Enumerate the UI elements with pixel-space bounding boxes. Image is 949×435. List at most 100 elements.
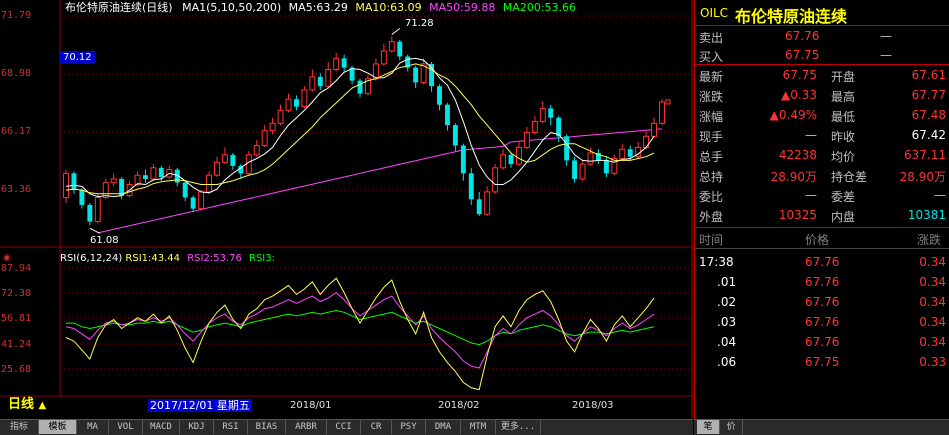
quote-value: 67.77 [911, 88, 946, 102]
period-switch-label: 日线 [8, 397, 35, 412]
price-tick: 68.98 [1, 68, 32, 79]
candle-body [444, 104, 450, 126]
quote-value: 42238 [778, 148, 817, 162]
price-chart-svg[interactable] [0, 0, 693, 420]
quote-value: 10325 [778, 208, 817, 222]
candle-body [531, 120, 538, 134]
candle-body [110, 178, 117, 184]
quote-row: 外盘 10325 内盘 10381 [695, 205, 949, 224]
low-annotation: 61.08 [90, 235, 119, 246]
quote-row: 现手 — 昨收 67.42 [695, 125, 949, 144]
tick-price: 67.76 [805, 335, 840, 349]
high-marker [391, 28, 401, 35]
tick-time: .01 [717, 275, 737, 289]
candle-body [659, 101, 665, 124]
quote-label: 涨跌 [699, 90, 724, 104]
quote-label: 总手 [699, 150, 724, 164]
tab-rsi[interactable]: RSI [214, 420, 248, 434]
quote-label: 均价 [831, 150, 856, 164]
candle-body [190, 197, 196, 209]
quote-value: ▲0.33 [781, 88, 817, 102]
quote-value: — [934, 188, 946, 202]
tick-change: 0.34 [919, 295, 946, 309]
rsi-label: RSI(6,12,24) [60, 253, 123, 264]
sell-price: 67.76 [785, 29, 820, 43]
ma50-value: MA50:59.88 [429, 1, 496, 14]
period-switch[interactable]: 日线 ▲ [8, 398, 46, 412]
tab-price[interactable]: 价 [720, 420, 743, 434]
quote-label: 外盘 [699, 210, 724, 224]
tab-ma[interactable]: MA [77, 420, 109, 434]
chart-area[interactable]: 布伦特原油连续(日线) MA1(5,10,50,200) MA5:63.29 M… [0, 0, 693, 420]
quote-row: 总手 42238 均价 637.11 [695, 145, 949, 164]
tab-trades[interactable]: 笔 [697, 420, 720, 434]
candle-body [71, 173, 77, 191]
candle-body [277, 109, 284, 124]
ma10-value: MA10:63.09 [355, 1, 422, 14]
quote-label: 开盘 [831, 70, 856, 84]
rsi-tick: 56.81 [1, 313, 32, 324]
candle-body [261, 130, 268, 147]
candle-body [293, 99, 299, 107]
candle-body [333, 57, 340, 70]
tick-change: 0.34 [919, 315, 946, 329]
tab-indicator[interactable]: 指标 [0, 420, 39, 434]
tab-kdj[interactable]: KDJ [180, 420, 214, 434]
quote-value: 637.11 [904, 148, 946, 162]
candle-body [285, 98, 292, 111]
tab-dma[interactable]: DMA [426, 420, 461, 434]
sell-row: 卖出 67.76 — [695, 26, 949, 45]
tick-row: .02 67.76 0.34 [695, 292, 949, 311]
quote-value: — [805, 188, 817, 202]
tab-psy[interactable]: PSY [392, 420, 426, 434]
tab-template[interactable]: 模板 [39, 420, 77, 434]
rsi2-line [65, 291, 655, 369]
rsi2-value: RSI2:53.76 [187, 253, 242, 264]
tab-arbr[interactable]: ARBR [286, 420, 327, 434]
rsi-tick: 41.24 [1, 339, 32, 350]
candle-body [476, 199, 482, 215]
candle-body [341, 58, 347, 68]
tick-price: 67.75 [805, 355, 840, 369]
tick-row: .03 67.76 0.34 [695, 312, 949, 331]
buy-price: 67.75 [785, 48, 820, 62]
candle-body [63, 172, 69, 198]
tick-header-price: 价格 [805, 233, 830, 247]
candle-body [492, 167, 499, 193]
tab-bias[interactable]: BIAS [248, 420, 286, 434]
tick-price: 67.76 [805, 295, 840, 309]
sell-label: 卖出 [699, 31, 724, 45]
quote-header: OILC 布伦特原油连续 [695, 2, 949, 26]
tick-time: .04 [717, 335, 737, 349]
candle-body [269, 122, 276, 132]
candle-body [603, 160, 609, 174]
candle-body [380, 50, 387, 65]
quote-label: 总持 [699, 170, 724, 184]
month-label: 2018/03 [572, 400, 614, 411]
tick-time: 17:38 [699, 255, 734, 269]
tab-vol[interactable]: VOL [109, 420, 143, 434]
quote-value: 67.75 [782, 68, 817, 82]
tick-row: 17:38 67.76 0.34 [695, 252, 949, 271]
candle-body [508, 154, 514, 165]
tab-more[interactable]: 更多... [496, 420, 541, 434]
tab-mtm[interactable]: MTM [461, 420, 496, 434]
candle-body [572, 160, 578, 179]
month-label: 2018/01 [290, 400, 332, 411]
candle-body [357, 80, 363, 94]
candle-body [460, 145, 466, 174]
tab-cr[interactable]: CR [361, 420, 392, 434]
low-marker [89, 227, 101, 234]
quote-row: 涨幅 ▲0.49% 最低 67.48 [695, 105, 949, 124]
tab-cci[interactable]: CCI [327, 420, 361, 434]
quote-tab-bar: 笔 价 [694, 419, 949, 435]
period-label: (日线) [142, 1, 173, 14]
quote-value: 67.61 [911, 68, 946, 82]
ma5-value: MA5:63.29 [288, 1, 348, 14]
candle-body [253, 145, 260, 156]
tab-macd[interactable]: MACD [143, 420, 180, 434]
candle-body [587, 152, 594, 165]
quote-value: 67.42 [911, 128, 946, 142]
candle-body [413, 67, 419, 83]
current-price-box: 70.12 [60, 51, 95, 64]
